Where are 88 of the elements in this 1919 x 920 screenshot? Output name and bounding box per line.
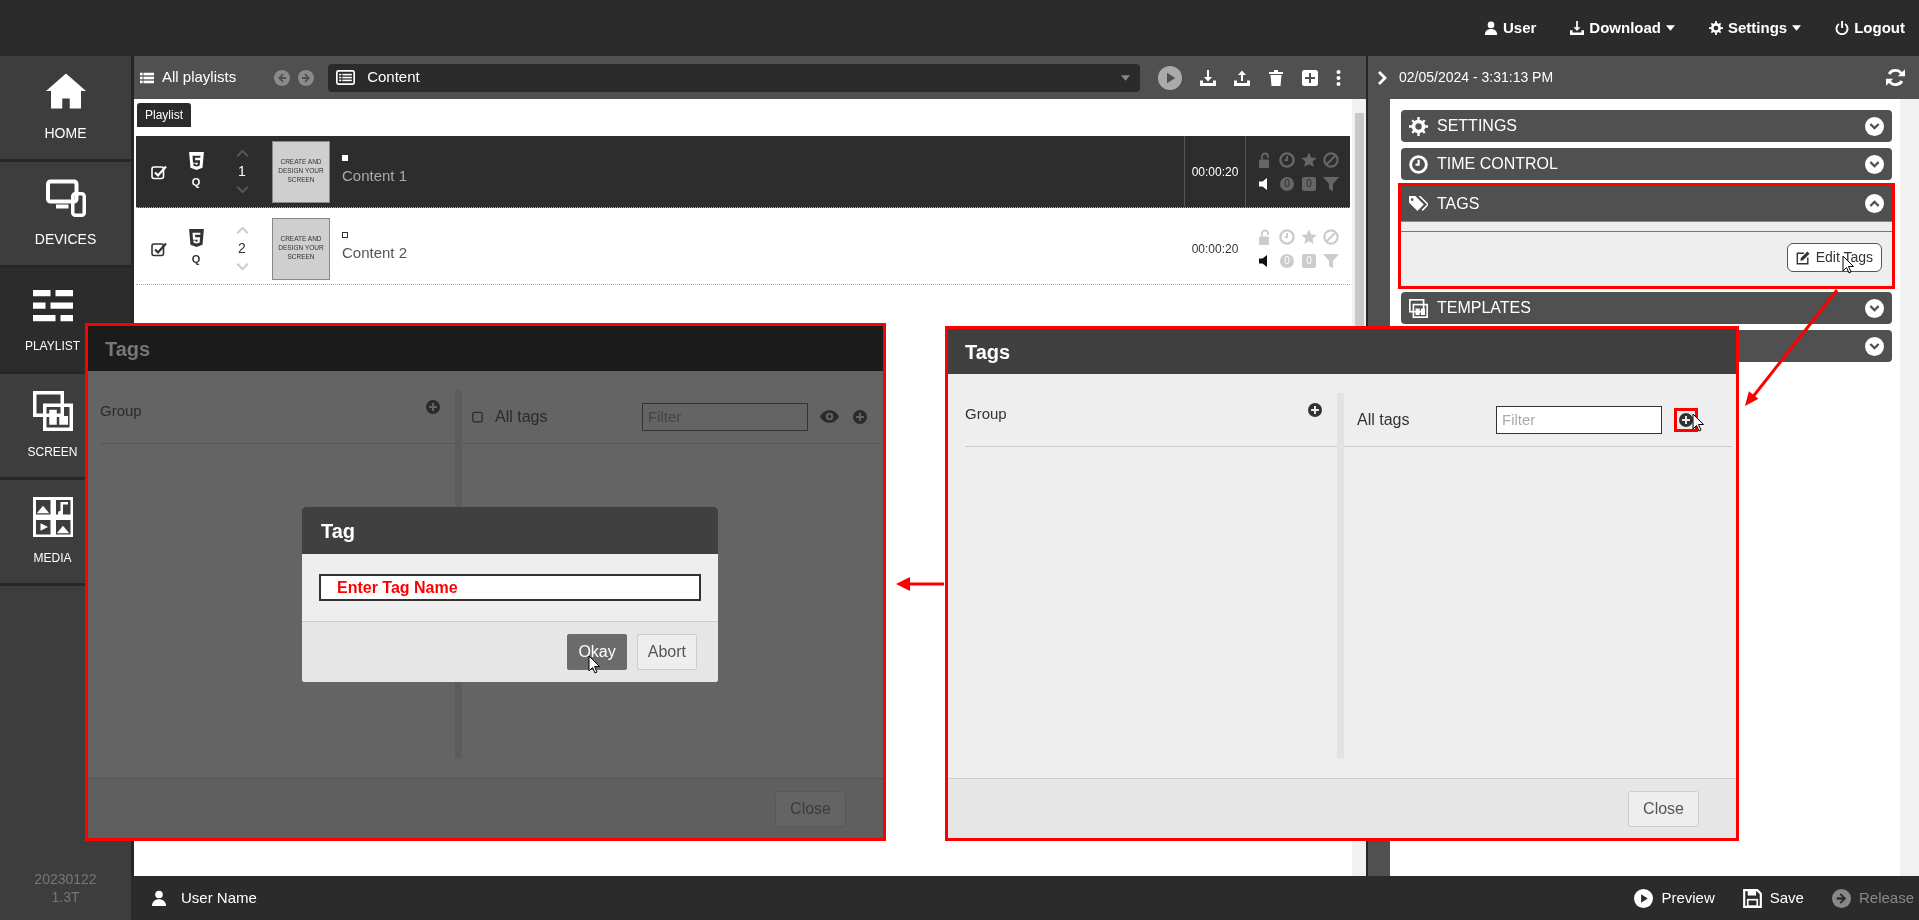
edit-tags-button[interactable]: Edit Tags bbox=[1786, 243, 1882, 272]
download-icon[interactable] bbox=[1200, 69, 1217, 86]
monitor-phone-icon bbox=[45, 177, 86, 217]
chevron-down-icon bbox=[1865, 298, 1884, 318]
star-icon[interactable] bbox=[1301, 228, 1317, 245]
type-label: Q bbox=[191, 252, 201, 268]
top-menu-item[interactable]: Download bbox=[1570, 16, 1675, 40]
arrow-right-icon bbox=[1831, 888, 1851, 908]
checkbox-icon[interactable] bbox=[151, 240, 167, 257]
kebab-menu-icon[interactable] bbox=[1336, 69, 1342, 86]
screens-icon bbox=[32, 390, 73, 431]
accordion-header[interactable]: TAGS bbox=[1401, 186, 1892, 221]
checkbox-icon[interactable] bbox=[151, 163, 167, 180]
chevron-down-icon bbox=[1865, 154, 1884, 174]
download-icon bbox=[1570, 21, 1585, 35]
plus-circle-icon[interactable] bbox=[1308, 403, 1322, 417]
column-label: Group bbox=[965, 404, 1007, 424]
column-label: All tags bbox=[495, 406, 548, 427]
toolbar-title[interactable]: All playlists bbox=[162, 66, 237, 89]
accordion-header[interactable]: TEMPLATES bbox=[1401, 292, 1892, 324]
plus-circle-icon[interactable] bbox=[1679, 412, 1693, 427]
html5-icon bbox=[186, 152, 206, 172]
home-icon bbox=[45, 71, 86, 111]
dialog-button[interactable]: Abort bbox=[636, 634, 697, 670]
plus-square-icon[interactable] bbox=[1302, 69, 1319, 86]
play-icon bbox=[1634, 888, 1654, 908]
play-icon[interactable] bbox=[1158, 65, 1183, 90]
cursor-icon bbox=[1692, 413, 1704, 432]
dialog-button[interactable]: Okay bbox=[567, 634, 627, 670]
user-icon bbox=[1483, 21, 1498, 35]
accordion-header[interactable]: SETTINGS bbox=[1401, 110, 1892, 142]
eye-icon[interactable] bbox=[820, 407, 839, 426]
clock-icon[interactable] bbox=[1279, 151, 1295, 168]
playlist-tab[interactable]: Playlist bbox=[137, 103, 191, 127]
refresh-icon[interactable] bbox=[1886, 68, 1905, 87]
filter-icon[interactable] bbox=[1323, 252, 1339, 269]
gear-icon bbox=[1709, 21, 1723, 35]
arrow-right-icon[interactable] bbox=[298, 69, 315, 86]
duration: 00:00:20 bbox=[1184, 136, 1246, 207]
order-number: 2 bbox=[238, 239, 246, 258]
content-select[interactable]: Content bbox=[328, 63, 1141, 92]
gear-icon bbox=[1409, 116, 1428, 136]
html5-icon bbox=[186, 229, 206, 249]
type-label: Q bbox=[191, 175, 201, 191]
star-icon[interactable] bbox=[1301, 151, 1317, 168]
date-time: 02/05/2024 - 3:31:13 PM bbox=[1399, 68, 1554, 87]
content-title: Content 1 bbox=[342, 166, 409, 187]
dialog-title: Tags bbox=[88, 326, 883, 371]
ban-icon[interactable] bbox=[1323, 151, 1339, 168]
power-icon bbox=[1835, 21, 1850, 35]
column-label: All tags bbox=[1357, 409, 1410, 430]
close-button[interactable]: Close bbox=[1628, 790, 1699, 827]
arrow-left-icon[interactable] bbox=[274, 69, 291, 86]
version-text: 1.3T bbox=[50, 888, 81, 906]
chevron-up-icon[interactable] bbox=[235, 149, 249, 158]
duration: 00:00:20 bbox=[1190, 240, 1240, 258]
tag-icon bbox=[1409, 194, 1428, 213]
tag-name-field[interactable]: Enter Tag Name bbox=[319, 574, 701, 601]
chevron-down-icon bbox=[1865, 116, 1884, 136]
caret-icon bbox=[1121, 74, 1131, 81]
action-button[interactable]: Save bbox=[1742, 886, 1804, 910]
media-grid-icon bbox=[32, 496, 73, 537]
windows-icon bbox=[1409, 298, 1428, 318]
user-name: User Name bbox=[181, 887, 257, 908]
accordion-header[interactable]: TIME CONTROL bbox=[1401, 148, 1892, 180]
action-button[interactable]: Preview bbox=[1634, 886, 1715, 910]
dialog-title: Tags bbox=[948, 329, 1736, 374]
clock-icon bbox=[1409, 154, 1428, 174]
checkbox-icon[interactable] bbox=[472, 410, 485, 423]
top-menu-item[interactable]: Logout bbox=[1835, 16, 1905, 40]
top-menu-item[interactable]: User bbox=[1483, 16, 1537, 40]
chevron-down-icon[interactable] bbox=[235, 185, 249, 194]
filter-field[interactable]: Filter bbox=[1496, 405, 1662, 434]
upload-icon[interactable] bbox=[1234, 69, 1251, 86]
edit-icon bbox=[1795, 250, 1810, 265]
scrollbar[interactable] bbox=[1900, 99, 1919, 876]
content-title: Content 2 bbox=[342, 243, 409, 264]
trash-icon[interactable] bbox=[1268, 69, 1285, 86]
list-box-icon bbox=[336, 68, 356, 87]
order-number: 1 bbox=[238, 162, 246, 181]
user-icon bbox=[151, 890, 167, 906]
chevron-up-icon bbox=[1865, 194, 1884, 213]
dialog-title: Tag bbox=[302, 507, 718, 554]
chevron-down-icon bbox=[1865, 336, 1884, 356]
list-icon[interactable] bbox=[140, 70, 154, 85]
filter-icon[interactable] bbox=[1323, 175, 1339, 192]
version-text: 20230122 bbox=[33, 870, 98, 888]
top-menu-item[interactable]: Settings bbox=[1709, 16, 1802, 40]
